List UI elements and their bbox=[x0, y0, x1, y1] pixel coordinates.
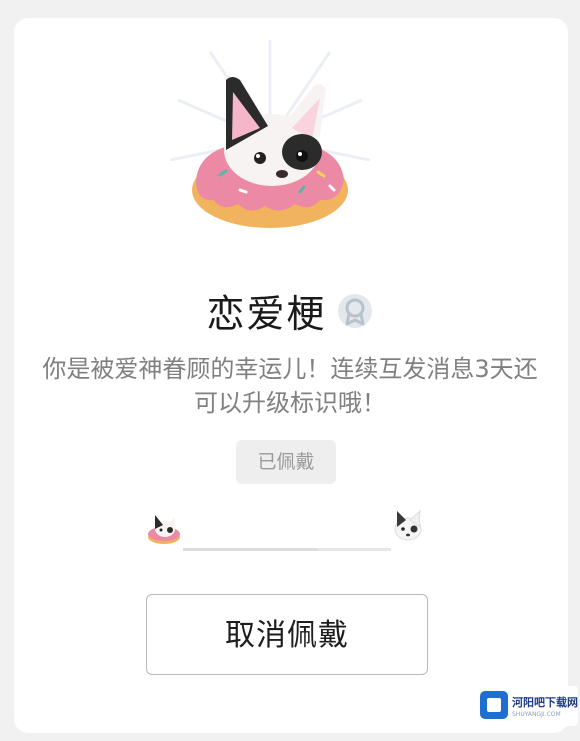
site-logo-icon bbox=[480, 691, 508, 719]
level-progress-row bbox=[145, 505, 435, 555]
dog-donut-small-icon bbox=[148, 515, 180, 544]
badge-title: 恋爱梗 bbox=[206, 292, 327, 336]
worn-status-badge: 已佩戴 bbox=[236, 440, 336, 484]
dog-donut-icon bbox=[170, 40, 370, 228]
award-ribbon-icon bbox=[337, 293, 372, 328]
cancel-wear-button[interactable]: 取消佩戴 bbox=[146, 594, 428, 675]
dog-small-icon bbox=[394, 509, 422, 541]
watermark-sub: SHUYANGJI.COM bbox=[512, 711, 561, 718]
level-progress-fill bbox=[183, 548, 319, 551]
site-watermark: 河阳吧下载网 SHUYANGJI.COM bbox=[474, 686, 578, 726]
level-progress-track bbox=[183, 548, 391, 551]
watermark-name: 河阳吧下载网 bbox=[512, 696, 578, 709]
badge-description: 你是被爱神眷顾的幸运儿！连续互发消息3天还可以升级标识哦！ bbox=[42, 355, 538, 417]
badge-title-row: 恋爱梗 bbox=[0, 283, 580, 338]
